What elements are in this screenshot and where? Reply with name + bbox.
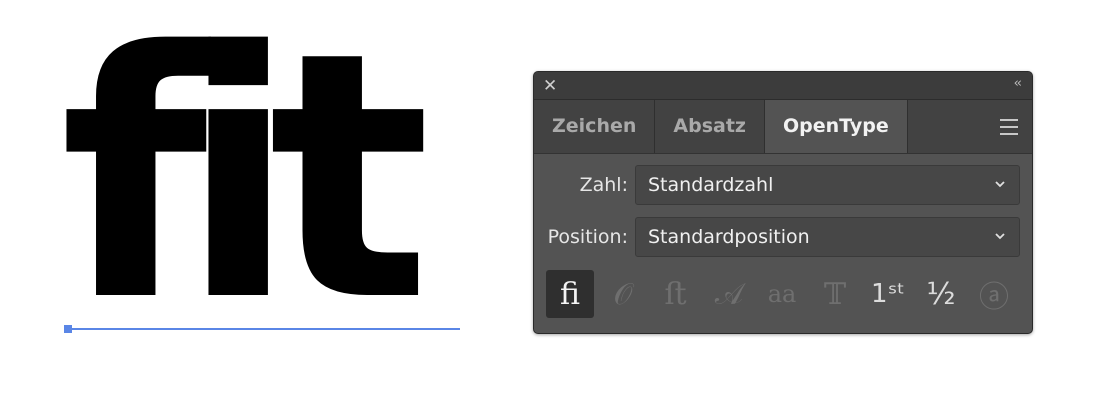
number-dropdown[interactable]: Standardzahl xyxy=(635,165,1020,205)
contextual-alternate-icon[interactable]: 𝒪 xyxy=(599,270,647,318)
titling-alternate-icon[interactable]: 𝕋 xyxy=(811,270,859,318)
number-label: Zahl: xyxy=(579,174,628,196)
position-dropdown[interactable]: Standardposition xyxy=(635,217,1020,257)
sample-text[interactable]: fit xyxy=(60,8,431,348)
collapse-icon[interactable]: ‹‹ xyxy=(1014,76,1023,91)
panel-menu-icon[interactable] xyxy=(1000,119,1018,140)
discretionary-ligature-icon[interactable]: ﬅ xyxy=(652,270,700,318)
artboard: fit xyxy=(0,0,520,402)
ligature-icon[interactable]: ﬁ xyxy=(546,270,594,318)
position-row: Position: Standardposition xyxy=(534,217,1032,257)
close-icon[interactable]: ✕ xyxy=(543,76,557,96)
position-dropdown-value: Standardposition xyxy=(648,226,810,248)
tab-zeichen[interactable]: Zeichen xyxy=(534,100,656,153)
number-dropdown-value: Standardzahl xyxy=(648,174,774,196)
fraction-icon[interactable]: ½ xyxy=(917,270,965,318)
opentype-panel: ✕ ‹‹ Zeichen Absatz OpenType Zahl: Stand… xyxy=(533,71,1033,334)
tab-opentype[interactable]: OpenType xyxy=(764,100,908,153)
stylistic-alternate-icon[interactable]: aa xyxy=(758,270,806,318)
ordinal-icon[interactable]: 1ˢᵗ xyxy=(864,270,912,318)
panel-tabs: Zeichen Absatz OpenType xyxy=(534,100,1032,154)
swash-icon[interactable]: 𝒜 xyxy=(705,270,753,318)
chevron-down-icon xyxy=(995,233,1005,240)
position-label: Position: xyxy=(547,226,628,248)
baseline-anchor-handle[interactable] xyxy=(64,325,72,333)
panel-titlebar[interactable]: ✕ ‹‹ xyxy=(534,72,1032,100)
number-row: Zahl: Standardzahl xyxy=(534,165,1032,205)
stylistic-set-icon[interactable]: ⓐ xyxy=(970,270,1018,318)
tab-absatz[interactable]: Absatz xyxy=(655,100,765,153)
opentype-feature-bar: ﬁ 𝒪 ﬅ 𝒜 aa 𝕋 1ˢᵗ ½ ⓐ xyxy=(546,269,1023,319)
chevron-down-icon xyxy=(995,181,1005,188)
text-baseline xyxy=(68,328,460,330)
